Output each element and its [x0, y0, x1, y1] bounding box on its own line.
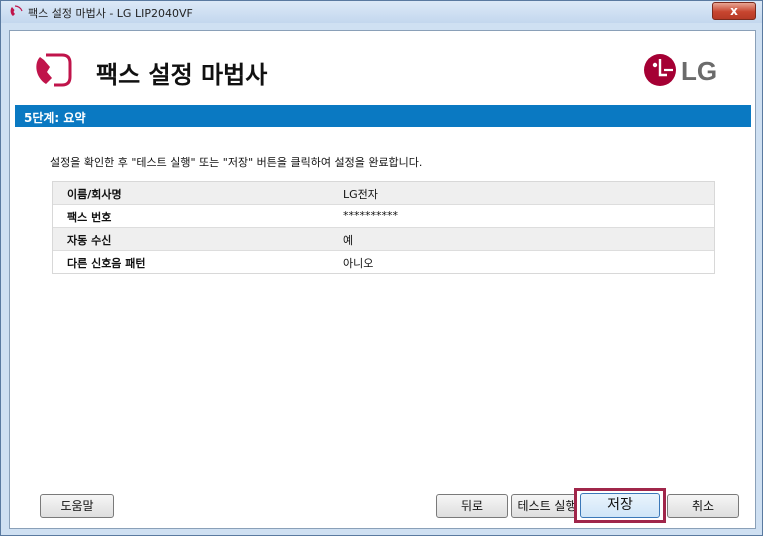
- row-label: 팩스 번호: [67, 211, 112, 224]
- page-title: 팩스 설정 마법사: [96, 61, 268, 89]
- close-button[interactable]: x: [712, 2, 756, 20]
- window-title: 팩스 설정 마법사 - LG LIP2040VF: [28, 7, 193, 20]
- table-row: 다른 신호음 패턴 아니오: [53, 251, 714, 273]
- wizard-header: 팩스 설정 마법사 LG: [10, 31, 755, 103]
- save-button[interactable]: 저장: [580, 493, 660, 518]
- test-run-button[interactable]: 테스트 실행: [511, 494, 583, 518]
- row-label: 자동 수신: [67, 234, 112, 247]
- wizard-content: 팩스 설정 마법사 LG 5단계: 요약 설정을 확인한 후 "테스트 실행" …: [9, 30, 756, 529]
- back-button[interactable]: 뒤로: [436, 494, 508, 518]
- fax-setup-wizard-window: 팩스 설정 마법사 - LG LIP2040VF x 팩스 설정 마법사 LG …: [0, 0, 763, 536]
- step-label: 5단계: 요약: [24, 111, 86, 125]
- row-value: LG전자: [343, 188, 378, 201]
- close-icon: x: [730, 4, 738, 18]
- row-value: **********: [343, 209, 398, 222]
- row-label: 다른 신호음 패턴: [67, 257, 146, 270]
- table-row: 자동 수신 예: [53, 228, 714, 251]
- table-row: 팩스 번호 **********: [53, 205, 714, 228]
- instruction-text: 설정을 확인한 후 "테스트 실행" 또는 "저장" 버튼을 클릭하여 설정을 …: [50, 156, 423, 169]
- summary-table: 이름/회사명 LG전자 팩스 번호 ********** 자동 수신 예 다른 …: [52, 181, 715, 274]
- fax-phone-icon: [36, 53, 72, 87]
- lg-logo-icon: LG: [644, 54, 717, 86]
- save-button-highlight: 저장: [574, 488, 666, 523]
- row-label: 이름/회사명: [67, 188, 122, 201]
- svg-text:LG: LG: [681, 56, 717, 86]
- row-value: 예: [343, 234, 354, 247]
- title-bar[interactable]: 팩스 설정 마법사 - LG LIP2040VF x: [1, 1, 762, 23]
- row-value: 아니오: [343, 257, 374, 270]
- cancel-button[interactable]: 취소: [667, 494, 739, 518]
- fax-phone-icon: [10, 5, 23, 16]
- table-row: 이름/회사명 LG전자: [53, 182, 714, 205]
- help-button[interactable]: 도움말: [40, 494, 114, 518]
- step-header: 5단계: 요약: [15, 105, 751, 127]
